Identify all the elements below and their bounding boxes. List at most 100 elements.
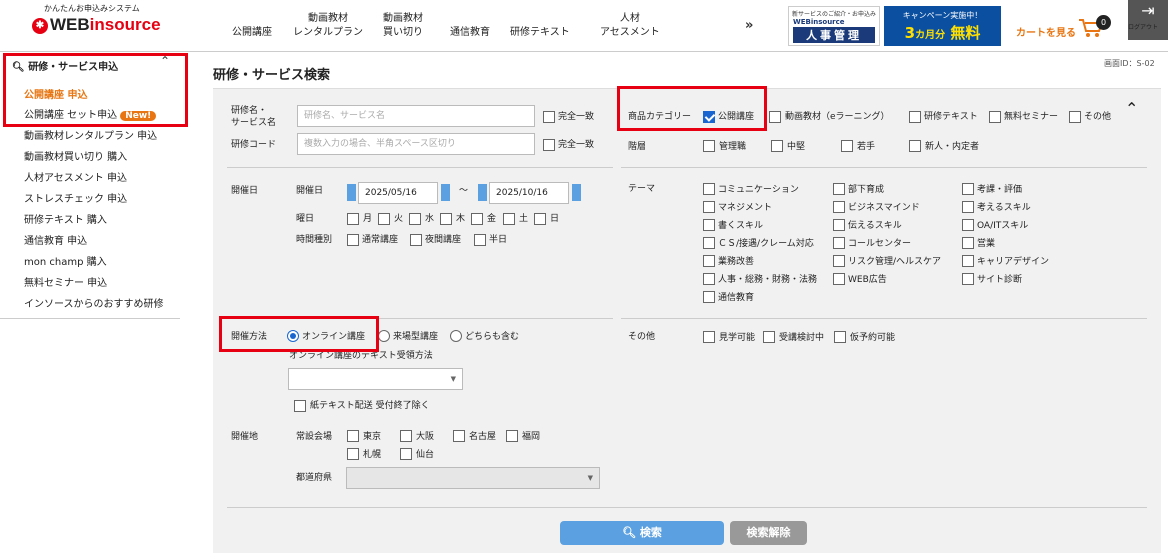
category-seminar-checkbox[interactable] <box>989 111 1001 123</box>
method-both-radio[interactable] <box>450 330 462 342</box>
theme-checkbox[interactable] <box>962 219 974 231</box>
weekday-sat-checkbox[interactable] <box>503 213 515 225</box>
webinsource-logo[interactable]: ✱ WEBinsource <box>32 15 161 35</box>
weekday-fri-checkbox[interactable] <box>471 213 483 225</box>
code-exact-checkbox[interactable] <box>543 139 555 151</box>
name-exact-checkbox[interactable] <box>543 111 555 123</box>
theme-checkbox[interactable] <box>703 219 715 231</box>
category-text-checkbox[interactable] <box>909 111 921 123</box>
time-halfday-checkbox[interactable] <box>474 234 486 246</box>
sidebar-item-correspondence[interactable]: 通信教育 申込 <box>24 232 87 247</box>
time-regular-checkbox[interactable] <box>347 234 359 246</box>
venue-osaka-checkbox[interactable] <box>400 430 412 442</box>
venue-sapporo-checkbox[interactable] <box>347 448 359 460</box>
highlight-box-category <box>617 86 767 131</box>
sidebar-item-training-text[interactable]: 研修テキスト 購入 <box>24 211 107 226</box>
cart-link[interactable]: カートを見る <box>1016 24 1076 39</box>
date-to-next-icon[interactable] <box>572 184 581 201</box>
nav-assessment[interactable]: 人材 アセスメント <box>600 12 660 40</box>
other-visit-checkbox[interactable] <box>703 331 715 343</box>
sidebar-item-free-seminar[interactable]: 無料セミナー 申込 <box>24 274 107 289</box>
theme-checkbox[interactable] <box>962 273 974 285</box>
time-evening-checkbox[interactable] <box>410 234 422 246</box>
date-to-prev-icon[interactable] <box>478 184 487 201</box>
date-from-input[interactable]: 2025/05/16 <box>358 182 438 204</box>
code-input[interactable]: 複数入力の場合、半角スペース区切り <box>297 133 535 155</box>
name-input[interactable]: 研修名、サービス名 <box>297 105 535 127</box>
nav-training-text[interactable]: 研修テキスト <box>510 26 570 40</box>
weekday-mon-checkbox[interactable] <box>347 213 359 225</box>
paper-text-checkbox[interactable] <box>294 400 306 412</box>
other-reservation-checkbox[interactable] <box>834 331 846 343</box>
other-label: その他 <box>628 332 656 342</box>
level-mid-checkbox[interactable] <box>771 140 783 152</box>
theme-checkbox[interactable] <box>703 273 715 285</box>
other-reservation-label: 仮予約可能 <box>850 333 896 343</box>
venue-label: 開催地 <box>231 432 259 442</box>
venue-tokyo-checkbox[interactable] <box>347 430 359 442</box>
cart-count-badge: 0 <box>1096 15 1111 30</box>
theme-checkbox[interactable] <box>833 273 845 285</box>
weekday-tue-checkbox[interactable] <box>378 213 390 225</box>
venue-fukuoka-checkbox[interactable] <box>506 430 518 442</box>
sidebar-item-recommended[interactable]: インソースからのおすすめ研修 <box>24 295 164 310</box>
date-from-prev-icon[interactable] <box>347 184 356 201</box>
theme-checkbox[interactable] <box>703 255 715 267</box>
level-newcomer-checkbox[interactable] <box>909 140 921 152</box>
theme-checkbox[interactable] <box>833 237 845 249</box>
theme-checkbox[interactable] <box>833 255 845 267</box>
logout-button[interactable]: ⇥ ログアウト <box>1128 0 1168 40</box>
sidebar-item-video-rental[interactable]: 動画教材レンタルプラン 申込 <box>24 127 157 142</box>
theme-checkbox[interactable] <box>833 201 845 213</box>
theme-checkbox[interactable] <box>962 201 974 213</box>
prefecture-label: 都道府県 <box>296 473 333 483</box>
weekday-sat-label: 土 <box>519 214 529 224</box>
date-to-input[interactable]: 2025/10/16 <box>489 182 569 204</box>
category-video-checkbox[interactable] <box>769 111 781 123</box>
theme-checkbox[interactable] <box>703 237 715 249</box>
permanent-venue-label: 常設会場 <box>296 432 333 442</box>
hr-management-banner[interactable]: 新サービスのご紹介・お申込み WEBinsource 人事管理 <box>788 6 880 46</box>
nav-video-rental[interactable]: 動画教材 レンタルプラン <box>293 12 363 40</box>
weekday-sun-checkbox[interactable] <box>534 213 546 225</box>
nav-public-course[interactable]: 公開講座 <box>232 26 272 40</box>
theme-checkbox[interactable] <box>962 237 974 249</box>
campaign-banner[interactable]: キャンペーン実施中！ 3カ月分 無料 <box>884 6 1001 46</box>
sidebar-item-video-purchase[interactable]: 動画教材買い切り 購入 <box>24 148 127 163</box>
other-considering-checkbox[interactable] <box>763 331 775 343</box>
highlight-box-method <box>219 316 379 352</box>
level-manager-checkbox[interactable] <box>703 140 715 152</box>
theme-label-item: 業務改善 <box>718 257 755 267</box>
sidebar-item-assessment[interactable]: 人材アセスメント 申込 <box>24 169 127 184</box>
weekday-thu-checkbox[interactable] <box>440 213 452 225</box>
sidebar-item-stress-check[interactable]: ストレスチェック 申込 <box>24 190 127 205</box>
theme-checkbox[interactable] <box>703 291 715 303</box>
nav-correspondence[interactable]: 通信教育 <box>450 26 490 40</box>
clear-search-button[interactable]: 検索解除 <box>730 521 807 545</box>
date-from-next-icon[interactable] <box>441 184 450 201</box>
level-junior-checkbox[interactable] <box>841 140 853 152</box>
nav-more-icon[interactable]: » <box>745 18 753 33</box>
theme-checkbox[interactable] <box>962 183 974 195</box>
venue-sendai-checkbox[interactable] <box>400 448 412 460</box>
weekday-wed-checkbox[interactable] <box>409 213 421 225</box>
venue-nagoya-checkbox[interactable] <box>453 430 465 442</box>
venue-osaka-label: 大阪 <box>416 432 435 442</box>
theme-checkbox[interactable] <box>703 183 715 195</box>
sidebar-item-mon-champ[interactable]: mon champ 購入 <box>24 253 107 268</box>
collapse-chevron-icon[interactable]: ⌃ <box>1125 101 1138 117</box>
theme-checkbox[interactable] <box>703 201 715 213</box>
theme-checkbox[interactable] <box>833 219 845 231</box>
theme-checkbox[interactable] <box>833 183 845 195</box>
method-venue-label: 来場型講座 <box>393 332 439 342</box>
search-button[interactable]: 🔍︎ 検索 <box>560 521 724 545</box>
logo-tagline: かんたんお申込みシステム <box>44 4 140 13</box>
text-receipt-select[interactable]: ▼ <box>288 368 463 390</box>
category-other-checkbox[interactable] <box>1069 111 1081 123</box>
theme-label: テーマ <box>628 184 656 194</box>
nav-video-purchase[interactable]: 動画教材 買い切り <box>383 12 423 40</box>
method-venue-radio[interactable] <box>378 330 390 342</box>
theme-checkbox[interactable] <box>962 255 974 267</box>
code-exact-label: 完全一致 <box>558 140 595 150</box>
prefecture-select[interactable]: ▼ <box>346 467 600 489</box>
